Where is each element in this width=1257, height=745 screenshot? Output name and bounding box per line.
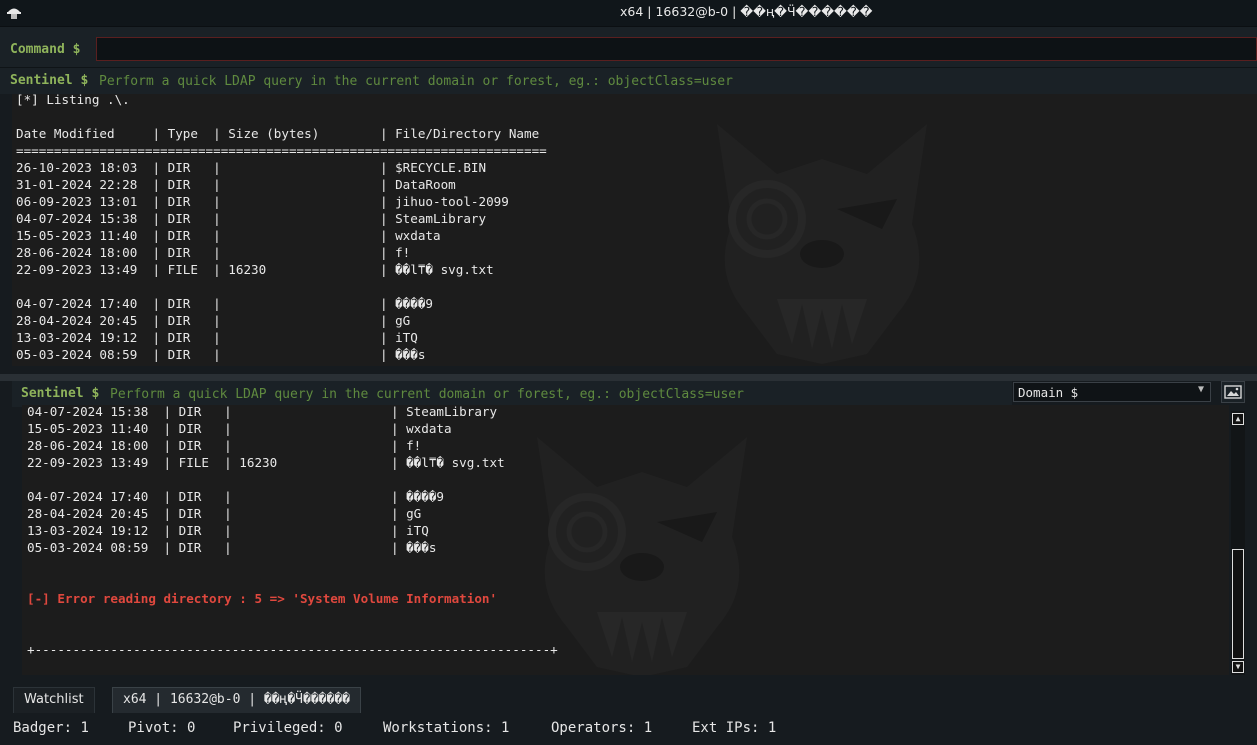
stat-pivot: Pivot: 0 [128, 720, 196, 736]
tab-watchlist[interactable]: Watchlist [13, 687, 95, 713]
hacker-hat-icon [6, 4, 22, 20]
top-prompt-label: Sentinel $ [10, 73, 89, 88]
top-output-lines: [*] Listing .\. Date Modified | Type | S… [16, 94, 547, 362]
domain-select-value: Domain $ [1018, 385, 1079, 400]
stat-workstations: Workstations: 1 [383, 720, 510, 736]
window-title: x64 | 16632@b-0 | ��ң�Ӵ������ [620, 4, 873, 19]
error-line: [-] Error reading directory : 5 => 'Syst… [27, 591, 498, 606]
command-label: Command $ [10, 42, 81, 57]
command-bar: Command $ [0, 27, 1257, 68]
scroll-down-icon[interactable]: ▼ [1232, 661, 1244, 673]
top-sentinel-prompt: Sentinel $ [0, 68, 1257, 94]
bottom-sentinel-input[interactable] [110, 383, 1010, 405]
panel-splitter[interactable] [0, 374, 1257, 381]
image-icon [1224, 385, 1242, 399]
title-bar: x64 | 16632@b-0 | ��ң�Ӵ������ [0, 0, 1257, 27]
screenshot-button[interactable] [1221, 381, 1245, 403]
top-console-output[interactable]: [*] Listing .\. Date Modified | Type | S… [12, 94, 1257, 366]
bottom-output-lines: 04-07-2024 15:38 | DIR | | SteamLibrary … [27, 405, 505, 555]
bottom-sentinel-prompt: Sentinel $ [12, 381, 1012, 407]
stat-privileged: Privileged: 0 [233, 720, 343, 736]
stat-ext-ips: Ext IPs: 1 [692, 720, 777, 736]
scroll-up-icon[interactable]: ▲ [1232, 413, 1244, 425]
chevron-down-icon: ▼ [1197, 384, 1204, 395]
stat-operators: Operators: 1 [551, 720, 653, 736]
tab-bar: Watchlist x64 | 16632@b-0 | ��ң�Ӵ������ [0, 685, 1257, 713]
table-footer-line: +---------------------------------------… [27, 642, 558, 657]
bottom-console-output[interactable]: 04-07-2024 15:38 | DIR | | SteamLibrary … [22, 405, 1229, 675]
scroll-thumb[interactable] [1232, 549, 1244, 659]
command-input[interactable] [96, 37, 1257, 61]
domain-select[interactable]: Domain $ ▼ [1013, 382, 1211, 402]
bottom-prompt-label: Sentinel $ [21, 386, 100, 401]
tab-session[interactable]: x64 | 16632@b-0 | ��ң�Ӵ������ [112, 687, 361, 713]
stat-badger: Badger: 1 [13, 720, 89, 736]
top-sentinel-input[interactable] [99, 70, 1249, 92]
status-bar: Badger: 1 Pivot: 0 Privileged: 0 Worksta… [0, 714, 1257, 745]
vertical-scrollbar[interactable]: ▲ ▼ [1231, 411, 1245, 675]
